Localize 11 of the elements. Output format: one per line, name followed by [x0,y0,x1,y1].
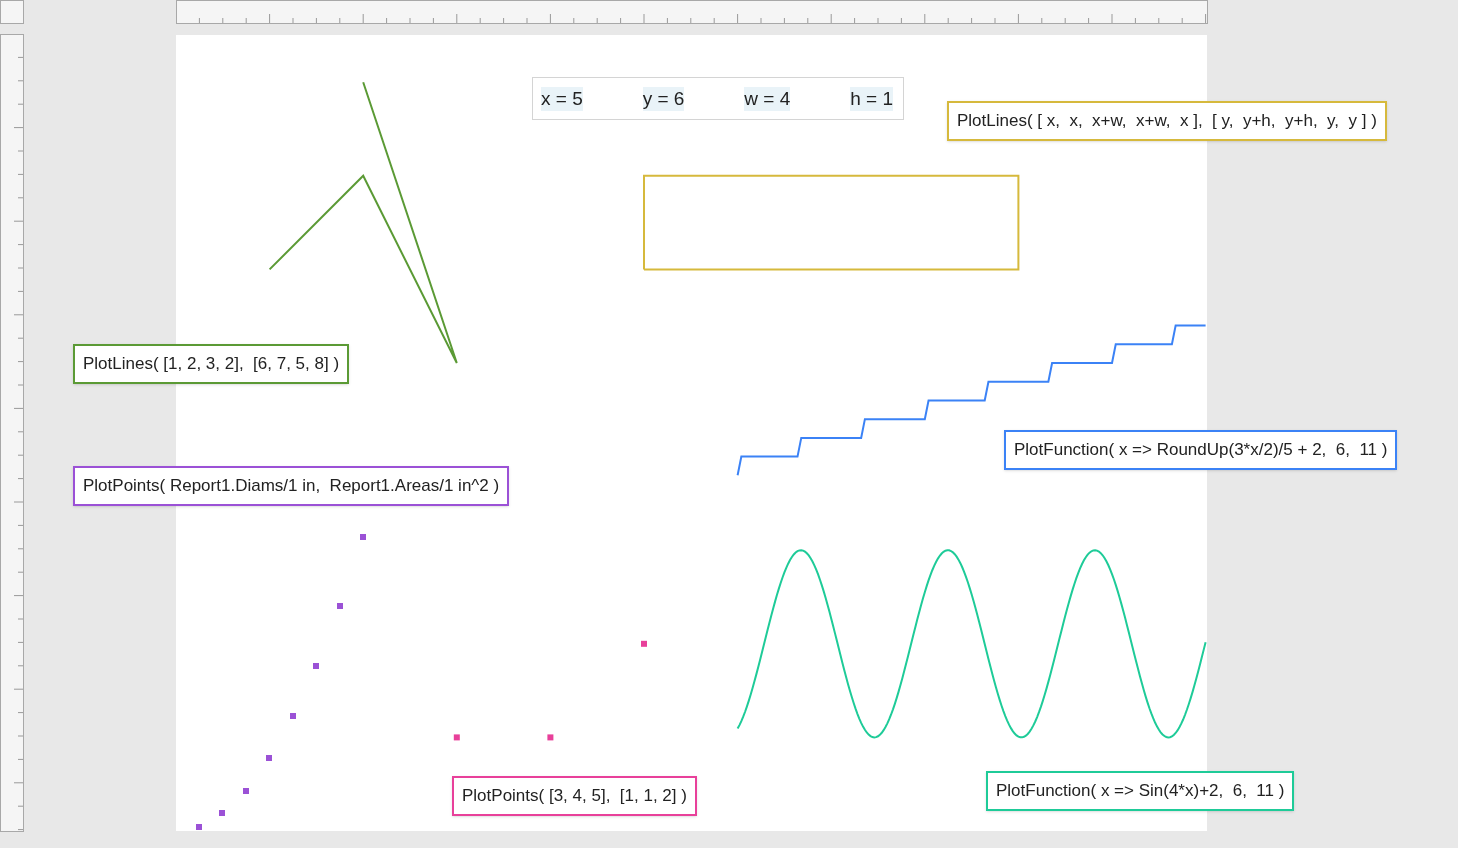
variable-value[interactable]: y = 6 [642,86,685,111]
formula-box[interactable]: PlotPoints( Report1.Diams/1 in, Report1.Areas/1 in^2 ) [73,466,510,506]
ruler-corner [0,0,24,24]
variable-value[interactable]: h = 1 [850,86,893,111]
formula-box[interactable]: PlotLines( [ x, x, x+w, x+w, x ], [ y, y+h, y+h, y, y ] ) [947,101,1387,141]
formula-box[interactable]: PlotLines( [1, 2, 3, 2], [6, 7, 5, 8] ) [73,344,350,384]
variable-value[interactable]: x = 5 [541,86,583,111]
variable-value[interactable]: w = 4 [744,86,791,111]
formula-box[interactable]: PlotFunction( x => Sin(4*x)+2, 6, 11 ) [986,771,1295,811]
formula-box[interactable]: PlotPoints( [3, 4, 5], [1, 1, 2] ) [452,776,697,816]
formula-box[interactable]: PlotFunction( x => RoundUp(3*x/2)/5 + 2, 6, 11 ) [1004,430,1398,470]
